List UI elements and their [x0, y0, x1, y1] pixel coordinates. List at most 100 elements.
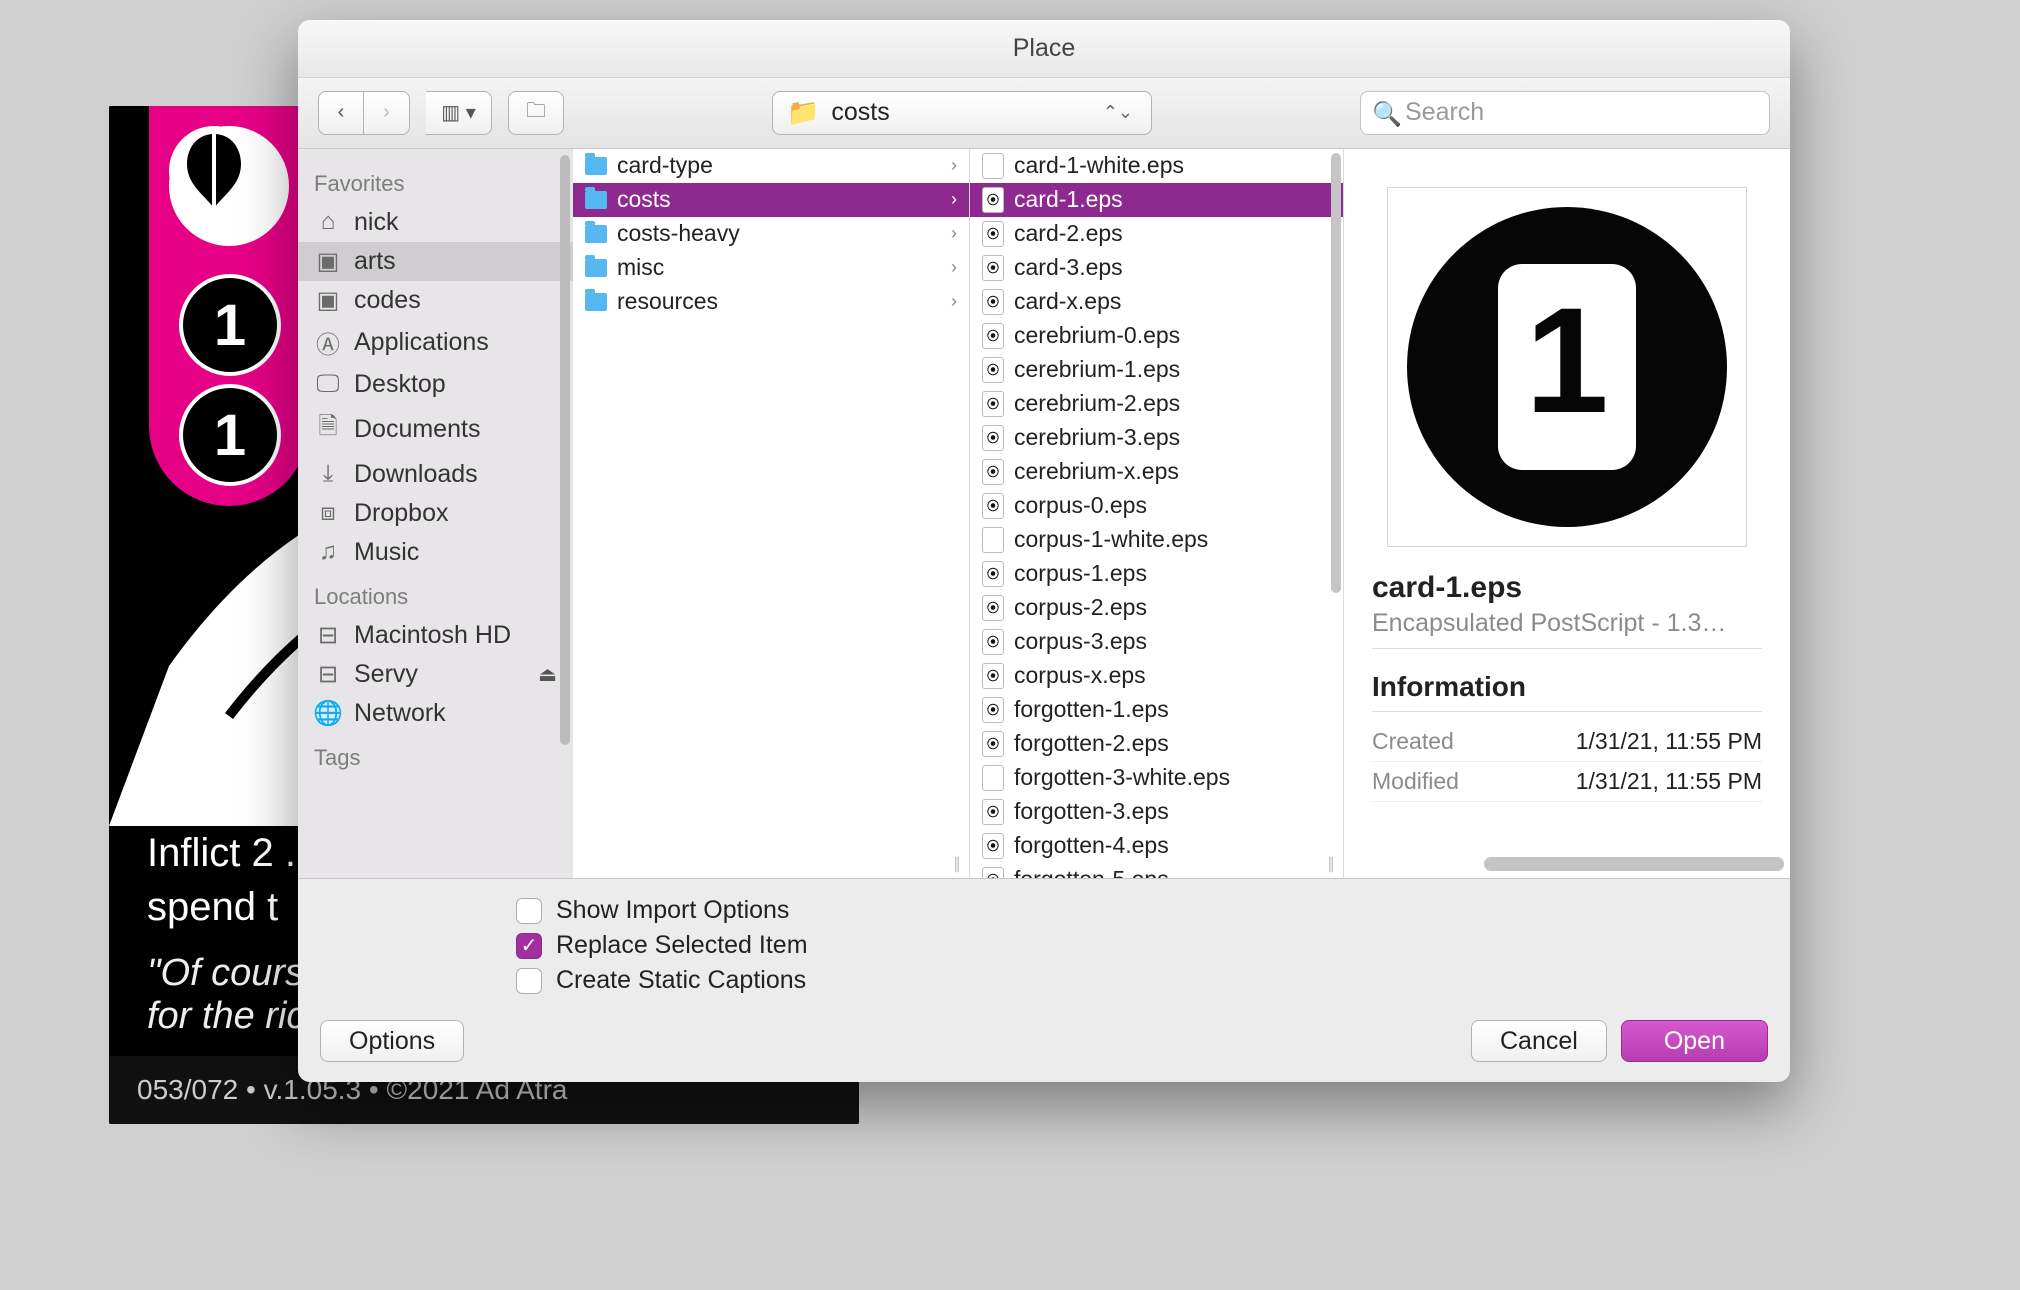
back-button[interactable]: ‹: [318, 91, 364, 135]
eps-file-icon: [982, 527, 1004, 553]
file-item[interactable]: ⦿corpus-2.eps: [970, 591, 1343, 625]
import-options: Show Import Options✓Replace Selected Ite…: [298, 879, 1790, 1006]
preview-filename: card-1.eps: [1372, 571, 1762, 605]
hd-icon: ⊟: [314, 621, 342, 650]
sidebar-item-desktop[interactable]: 🖵Desktop: [298, 365, 573, 404]
columns-icon: ▥ ▾: [441, 100, 476, 125]
file-item[interactable]: ⦿forgotten-3.eps: [970, 795, 1343, 829]
eps-file-icon: ⦿: [982, 663, 1004, 689]
home-icon: ⌂: [314, 208, 342, 236]
sidebar-item-label: Music: [354, 538, 419, 567]
file-item[interactable]: ⦿forgotten-1.eps: [970, 693, 1343, 727]
path-selector[interactable]: 📁 costs ⌃⌄: [772, 91, 1152, 135]
folder-icon: [585, 259, 607, 277]
file-item[interactable]: ⦿corpus-0.eps: [970, 489, 1343, 523]
sidebar-item-label: Downloads: [354, 460, 478, 489]
eps-file-icon: ⦿: [982, 867, 1004, 878]
music-icon: ♫: [314, 538, 342, 566]
sidebar-item-codes[interactable]: ▣codes: [298, 281, 573, 320]
column-scrollbar[interactable]: [1331, 153, 1341, 593]
preview-pane: 1 card-1.eps Encapsulated PostScript - 1…: [1344, 149, 1790, 878]
desktop-icon: 🖵: [314, 370, 342, 398]
file-item[interactable]: ⦿cerebrium-3.eps: [970, 421, 1343, 455]
file-item[interactable]: ⦿card-2.eps: [970, 217, 1343, 251]
sidebar-item-label: Documents: [354, 415, 480, 444]
sidebar-item-documents[interactable]: 🗎Documents: [298, 404, 573, 455]
eps-file-icon: ⦿: [982, 357, 1004, 383]
sidebar-item-music[interactable]: ♫ Music: [298, 533, 573, 572]
file-item[interactable]: ⦿forgotten-4.eps: [970, 829, 1343, 863]
folder-name: costs-heavy: [617, 220, 740, 247]
sidebar-header: Tags: [298, 733, 573, 777]
folder-item[interactable]: misc›: [573, 251, 969, 285]
file-item[interactable]: ⦿cerebrium-0.eps: [970, 319, 1343, 353]
sidebar-item-label: Dropbox: [354, 499, 449, 528]
eps-file-icon: ⦿: [982, 697, 1004, 723]
sidebar-item-applications[interactable]: ⒶApplications: [298, 320, 573, 365]
checkbox-create-static-captions[interactable]: Create Static Captions: [516, 963, 1790, 998]
chevron-right-icon: ›: [951, 189, 957, 210]
eps-file-icon: ⦿: [982, 799, 1004, 825]
file-item[interactable]: ⦿cerebrium-2.eps: [970, 387, 1343, 421]
preview-info-header: Information: [1372, 671, 1762, 712]
info-row: Modified1/31/21, 11:55 PM: [1372, 762, 1762, 802]
folder-icon: ▣: [314, 247, 342, 276]
sidebar-item-network[interactable]: 🌐Network: [298, 694, 573, 733]
file-item[interactable]: ⦿card-3.eps: [970, 251, 1343, 285]
file-item[interactable]: ⦿card-1.eps: [970, 183, 1343, 217]
sidebar-header: Favorites: [298, 159, 573, 203]
column-resize-handle[interactable]: ∥: [953, 854, 963, 874]
file-item[interactable]: ⦿corpus-x.eps: [970, 659, 1343, 693]
folder-item[interactable]: resources›: [573, 285, 969, 319]
options-button[interactable]: Options: [320, 1020, 464, 1062]
eject-icon[interactable]: ⏏: [538, 662, 557, 687]
folder-item[interactable]: costs›: [573, 183, 969, 217]
file-item[interactable]: corpus-1-white.eps: [970, 523, 1343, 557]
folder-icon: 🗀: [526, 96, 546, 130]
folder-actions-button[interactable]: 🗀: [508, 91, 564, 135]
folder-name: misc: [617, 254, 664, 281]
file-item[interactable]: ⦿card-x.eps: [970, 285, 1343, 319]
horizontal-scrollbar[interactable]: [1360, 854, 1784, 874]
file-item[interactable]: ⦿cerebrium-1.eps: [970, 353, 1343, 387]
sidebar-item-dropbox[interactable]: ⧈Dropbox: [298, 494, 573, 533]
sidebar-scrollbar[interactable]: [560, 155, 570, 745]
info-value: 1/31/21, 11:55 PM: [1576, 768, 1762, 795]
chevron-right-icon: ›: [951, 223, 957, 244]
file-item[interactable]: ⦿forgotten-2.eps: [970, 727, 1343, 761]
view-mode-button[interactable]: ▥ ▾: [426, 91, 492, 135]
column-resize-handle[interactable]: ∥: [1327, 854, 1337, 874]
file-item[interactable]: ⦿corpus-1.eps: [970, 557, 1343, 591]
sidebar-item-macintosh-hd[interactable]: ⊟Macintosh HD: [298, 616, 573, 655]
toolbar: ‹ › ▥ ▾ 🗀 📁 costs ⌃⌄ 🔍: [298, 78, 1790, 149]
file-item[interactable]: forgotten-3-white.eps: [970, 761, 1343, 795]
search-input[interactable]: [1360, 91, 1770, 135]
sidebar-item-downloads[interactable]: ⤓Downloads: [298, 455, 573, 494]
file-name: cerebrium-3.eps: [1014, 424, 1180, 451]
file-name: card-1.eps: [1014, 186, 1123, 213]
checkbox-replace-selected-item[interactable]: ✓Replace Selected Item: [516, 928, 1790, 963]
sidebar-header: Locations: [298, 572, 573, 616]
file-item[interactable]: ⦿cerebrium-x.eps: [970, 455, 1343, 489]
file-item[interactable]: card-1-white.eps: [970, 149, 1343, 183]
view-buttons: ▥ ▾: [426, 91, 492, 135]
file-name: corpus-1-white.eps: [1014, 526, 1208, 553]
eps-file-icon: ⦿: [982, 391, 1004, 417]
open-button[interactable]: Open: [1621, 1020, 1768, 1062]
updown-icon: ⌃⌄: [1103, 102, 1133, 123]
chevron-right-icon: ›: [383, 101, 390, 124]
eps-file-icon: ⦿: [982, 289, 1004, 315]
folder-item[interactable]: costs-heavy ›: [573, 217, 969, 251]
sidebar-item-nick[interactable]: ⌂nick: [298, 203, 573, 242]
eps-file-icon: ⦿: [982, 833, 1004, 859]
card-1-preview-icon: 1: [1402, 202, 1732, 532]
checkbox-show-import-options[interactable]: Show Import Options: [516, 893, 1790, 928]
file-item[interactable]: ⦿forgotten-5.eps: [970, 863, 1343, 878]
eps-file-icon: ⦿: [982, 629, 1004, 655]
file-item[interactable]: ⦿corpus-3.eps: [970, 625, 1343, 659]
forward-button[interactable]: ›: [364, 91, 410, 135]
sidebar-item-servy[interactable]: ⊟Servy⏏: [298, 655, 573, 694]
sidebar-item-arts[interactable]: ▣arts: [298, 242, 573, 281]
folder-item[interactable]: card-type›: [573, 149, 969, 183]
cancel-button[interactable]: Cancel: [1471, 1020, 1607, 1062]
